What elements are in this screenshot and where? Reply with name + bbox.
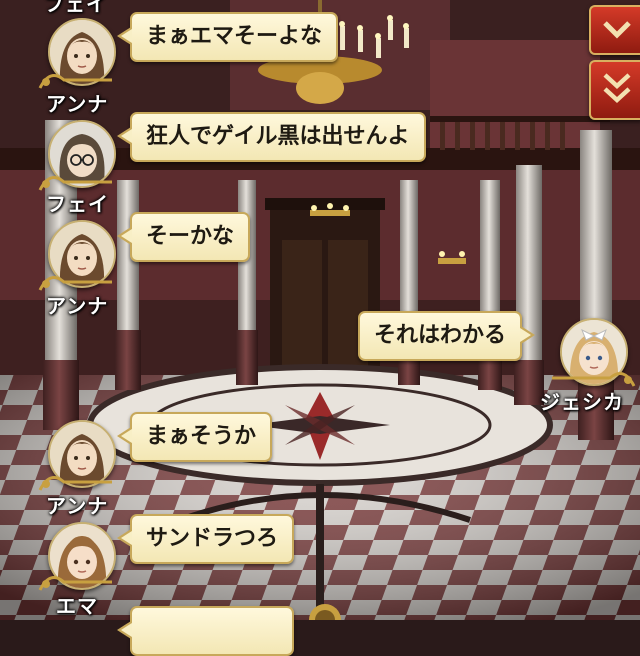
speaker-name: アンナ (46, 494, 109, 518)
partial-avatar-ornament-icon (309, 604, 341, 620)
chat-bubble: まぁそうか (116, 412, 273, 462)
speaker-name: アンナ (46, 92, 109, 116)
chat-bubble-partial (117, 606, 294, 656)
speaker-name: フェイ (46, 192, 109, 216)
chevron-down-icon (603, 21, 631, 39)
double-chevron-down-icon (603, 73, 631, 104)
speaker-name: ジェシカ (540, 390, 624, 414)
chat-bubble: そーかな (116, 212, 251, 262)
chat-bubble: それはわかる (358, 311, 536, 361)
chat-bubble: まぁエマそーよな (116, 12, 339, 62)
chat-bubble: サンドラつろ (116, 514, 295, 564)
scroll-down-button[interactable] (589, 5, 640, 55)
chat-bubble: 狂人でゲイル黒は出せんよ (117, 112, 426, 162)
speaker-name: アンナ (46, 294, 109, 318)
scroll-to-bottom-button[interactable] (589, 60, 640, 120)
speaker-name: エマ (56, 594, 98, 618)
speaker-name-top-partial: フェイ (44, 0, 107, 16)
